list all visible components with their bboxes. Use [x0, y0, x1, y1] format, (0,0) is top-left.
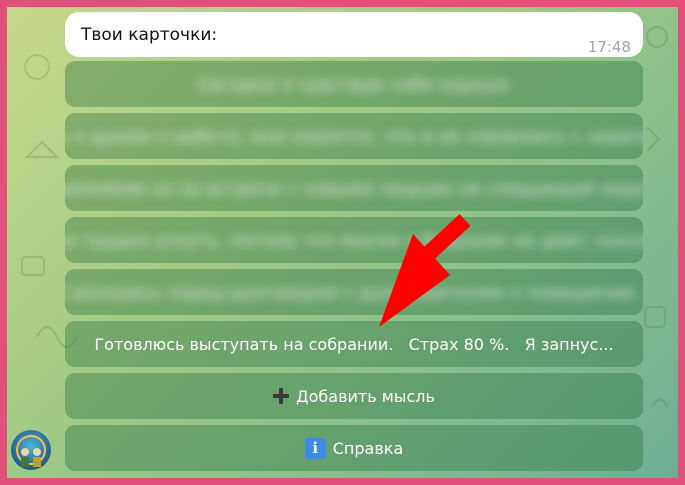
- highlight-frame: Твои карточки: 17:48 Сегодня я чувствую …: [0, 0, 685, 485]
- chat-background: Твои карточки: 17:48 Сегодня я чувствую …: [7, 7, 678, 478]
- annotation-arrow-icon: [379, 214, 471, 327]
